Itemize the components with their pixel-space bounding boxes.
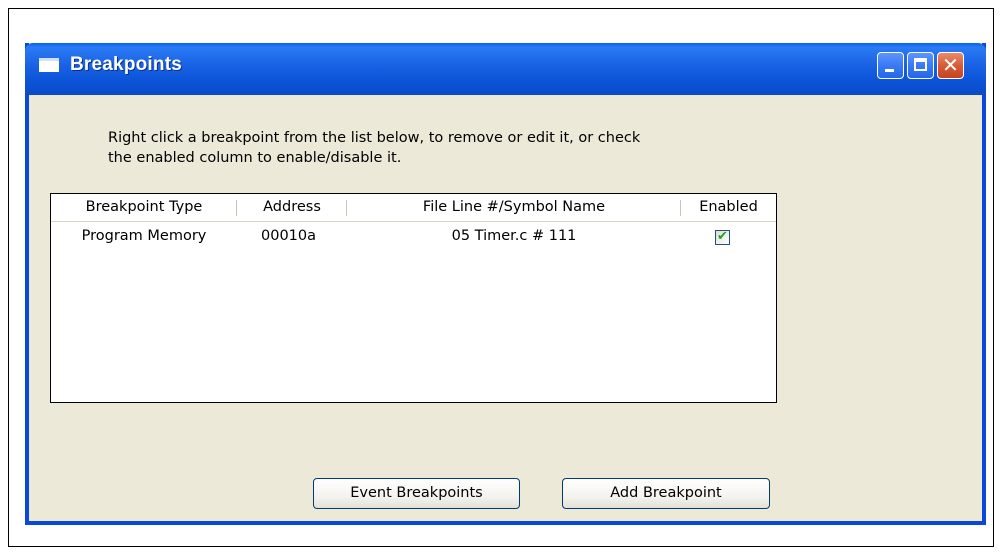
cell-address: 00010a [261, 228, 317, 244]
table-row[interactable]: Program Memory 00010a 05 Timer.c # 111 ✔ [51, 224, 776, 248]
enabled-checkbox[interactable]: ✔ [715, 229, 730, 245]
instructions-text: Right click a breakpoint from the list b… [108, 128, 748, 168]
title-bar[interactable]: Breakpoints ✕ [25, 43, 986, 95]
column-header-enabled[interactable]: Enabled [681, 194, 776, 221]
instructions-line-2: the enabled column to enable/disable it. [108, 150, 402, 166]
maximize-icon [914, 58, 927, 71]
minimize-button[interactable] [877, 52, 904, 79]
list-header: Breakpoint Type Address File Line #/Symb… [51, 194, 776, 222]
column-header-file-line-symbol[interactable]: File Line #/Symbol Name [347, 194, 681, 221]
cell-breakpoint-type: Program Memory [81, 228, 207, 244]
add-breakpoint-button[interactable]: Add Breakpoint [562, 478, 770, 509]
minimize-icon [885, 69, 894, 72]
close-icon: ✕ [942, 53, 959, 77]
breakpoint-list[interactable]: Breakpoint Type Address File Line #/Symb… [50, 193, 777, 403]
window-title: Breakpoints [70, 54, 183, 75]
event-breakpoints-button[interactable]: Event Breakpoints [313, 478, 520, 509]
column-header-address[interactable]: Address [237, 194, 347, 221]
column-header-breakpoint-type[interactable]: Breakpoint Type [51, 194, 237, 221]
instructions-line-1: Right click a breakpoint from the list b… [108, 130, 641, 146]
maximize-button[interactable] [907, 52, 934, 79]
cell-file-line-symbol: 05 Timer.c # 111 [451, 228, 577, 244]
window-icon [39, 58, 59, 72]
checkmark-icon: ✔ [717, 229, 728, 244]
close-button[interactable]: ✕ [937, 52, 964, 79]
